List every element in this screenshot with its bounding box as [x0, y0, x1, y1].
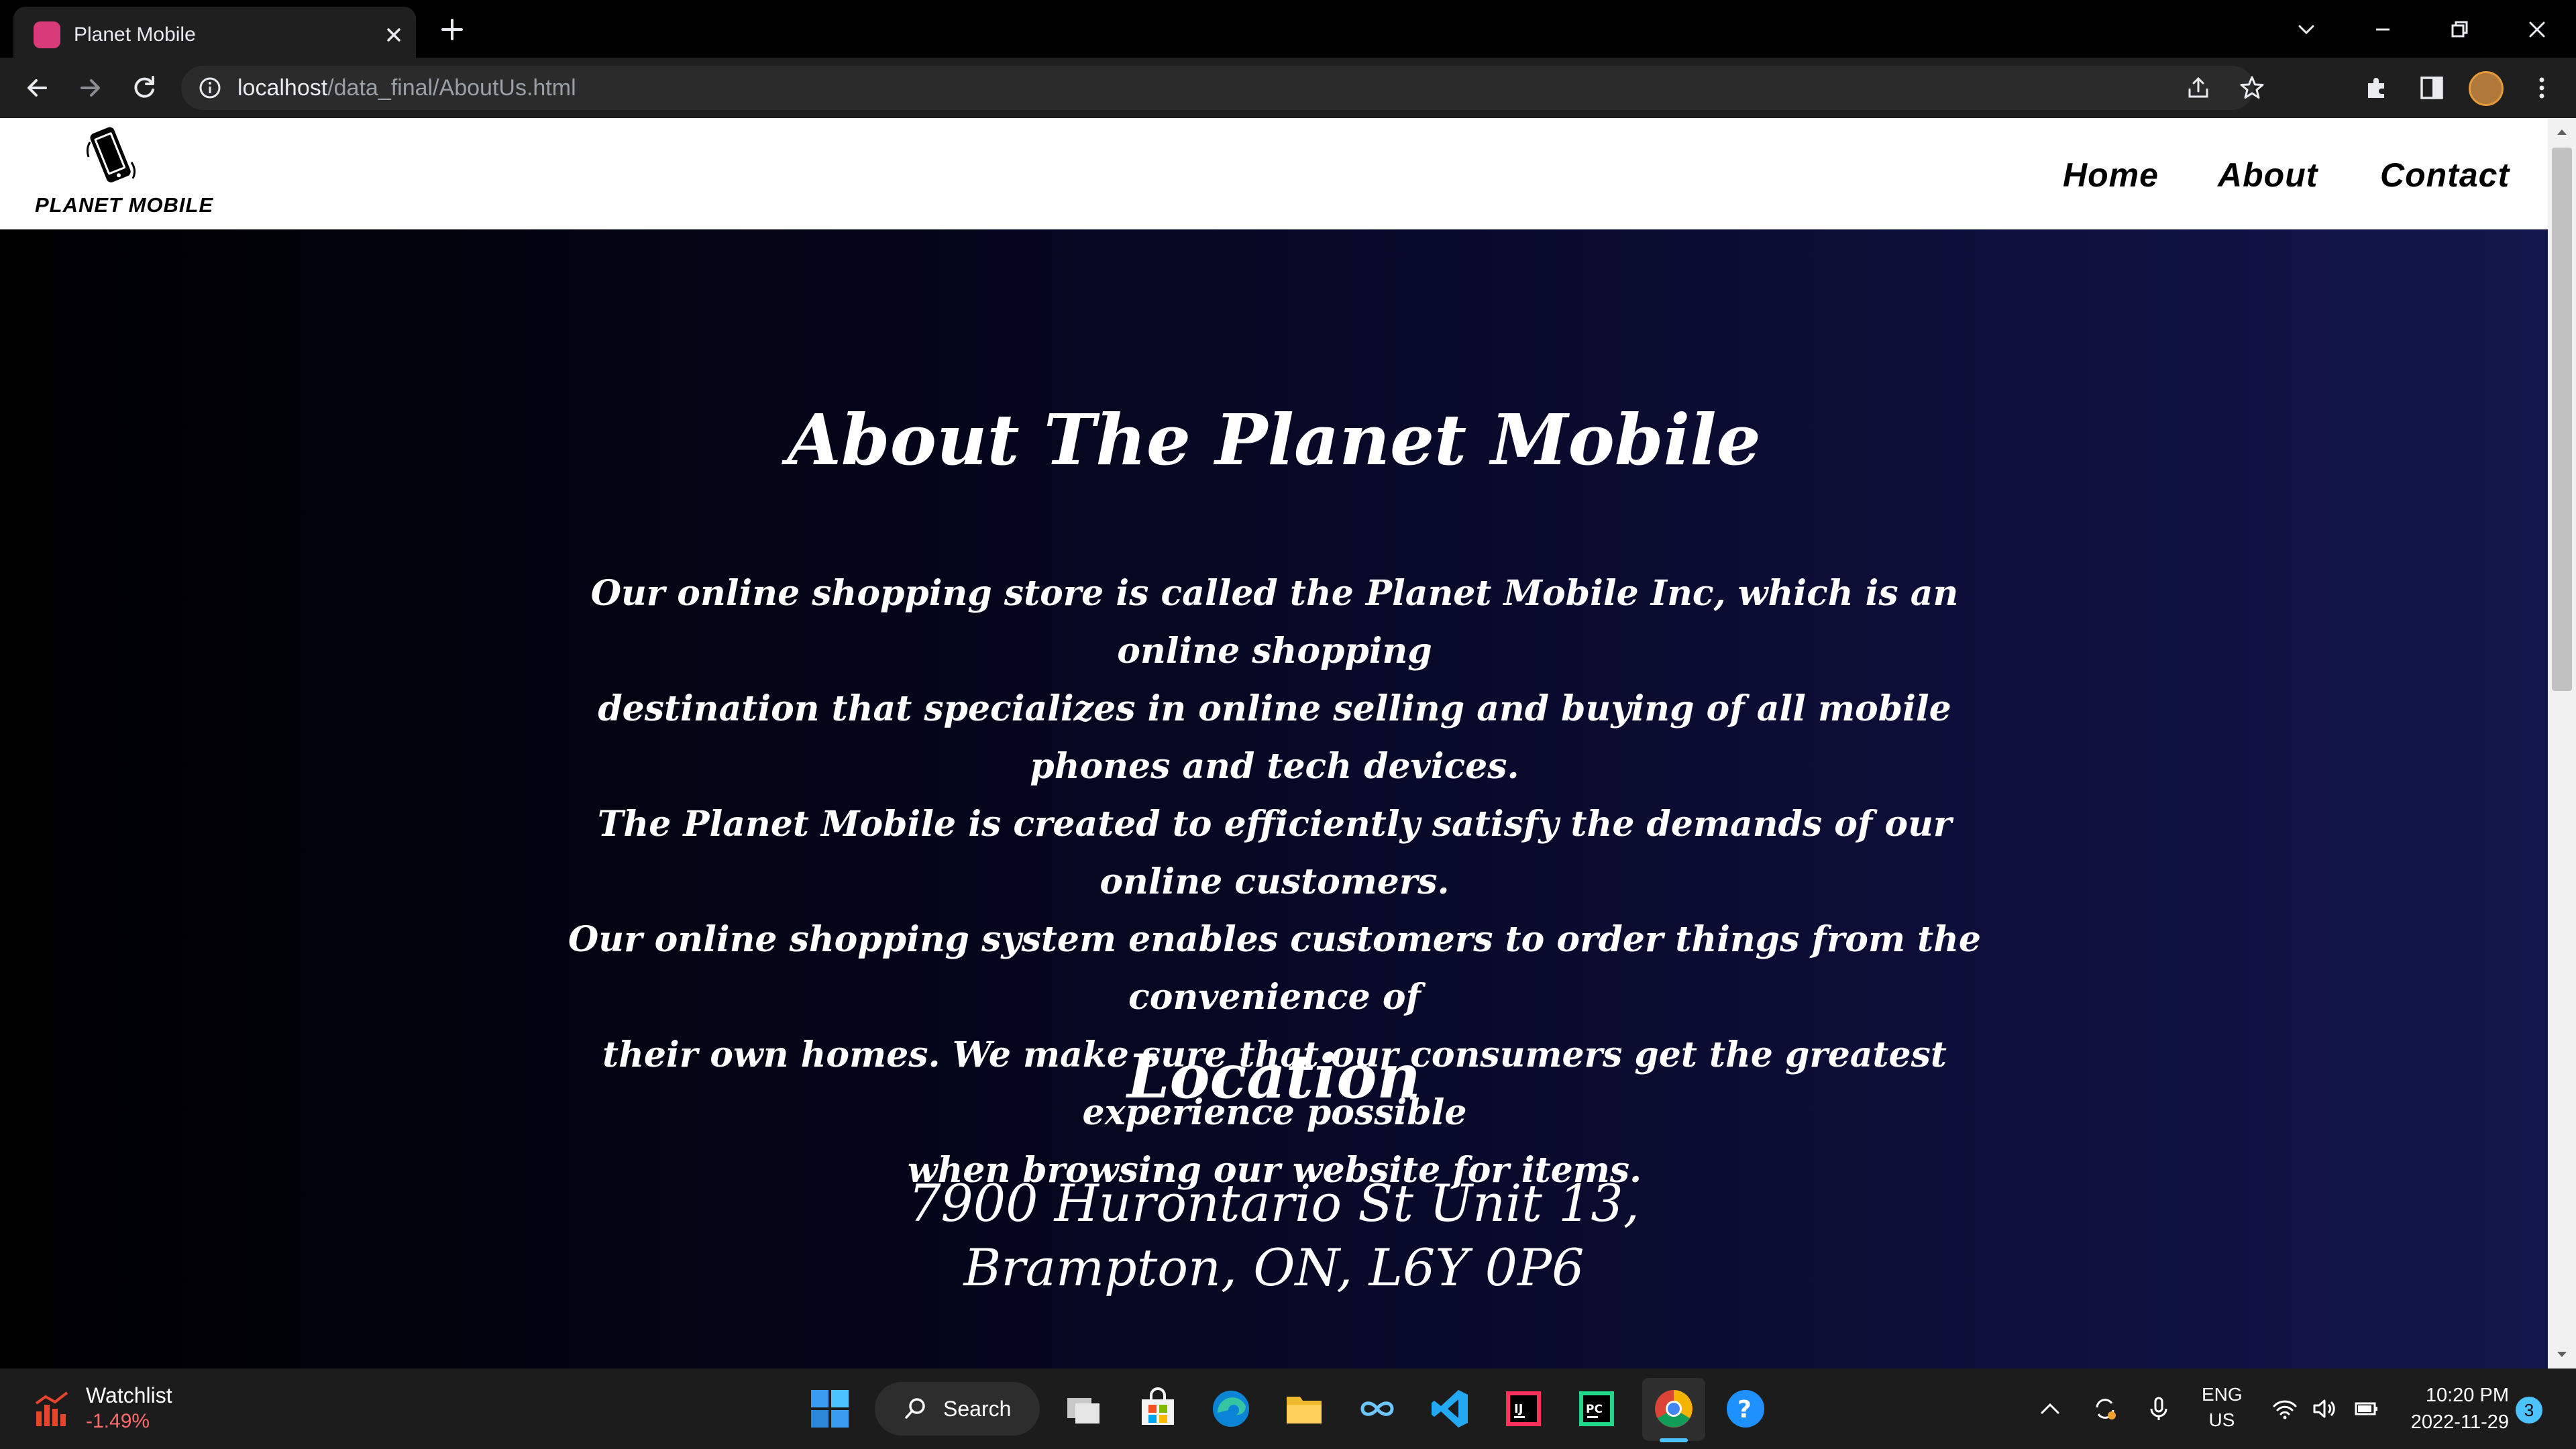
language-indicator[interactable]: ENG US — [2202, 1382, 2243, 1433]
minimize-icon[interactable] — [2363, 9, 2403, 50]
system-clock[interactable]: 10:20 PM 2022-11-29 — [2402, 1382, 2509, 1436]
chrome-icon[interactable] — [1651, 1386, 1697, 1432]
taskbar-search[interactable]: Search — [875, 1382, 1040, 1436]
site-header: PLANET MOBILE Home About Contact — [0, 118, 2548, 229]
address-line-2: Brampton, ON, L6Y 0P6 — [963, 1238, 1585, 1297]
task-view-icon[interactable] — [1061, 1386, 1106, 1432]
windows-start-icon[interactable] — [807, 1386, 853, 1432]
side-panel-icon[interactable] — [2416, 72, 2447, 103]
microphone-icon[interactable] — [2144, 1394, 2174, 1424]
reload-icon[interactable] — [127, 71, 161, 105]
intellij-idea-icon[interactable]: IJ — [1501, 1386, 1546, 1432]
share-icon[interactable] — [2184, 74, 2212, 102]
battery-icon[interactable] — [2352, 1394, 2381, 1424]
restore-icon[interactable] — [2439, 9, 2479, 50]
nav-link-contact[interactable]: Contact — [2380, 156, 2510, 195]
browser-tab[interactable]: Planet Mobile — [13, 7, 416, 58]
windows-taskbar: Watchlist -1.49% Search IJ PC ? ENG US 1… — [0, 1368, 2576, 1449]
region-code: US — [2208, 1409, 2235, 1430]
address-line-1: 7900 Hurontario St Unit 13, — [908, 1173, 1640, 1233]
address-bar[interactable]: localhost/data_final/AboutUs.html — [181, 66, 2264, 110]
extensions-puzzle-icon[interactable] — [2361, 72, 2392, 103]
search-icon — [905, 1398, 925, 1419]
help-question-icon[interactable]: ? — [1723, 1386, 1768, 1432]
active-app-indicator — [1660, 1438, 1688, 1442]
location-title: Location — [1127, 1041, 1421, 1112]
back-arrow-icon[interactable] — [20, 71, 54, 105]
new-tab-icon[interactable] — [436, 13, 468, 46]
tab-title: Planet Mobile — [74, 23, 196, 46]
clock-date: 2022-11-29 — [2410, 1411, 2509, 1433]
browser-tab-strip: Planet Mobile — [0, 0, 2576, 58]
wifi-icon[interactable] — [2270, 1394, 2300, 1424]
about-title: About The Planet Mobile — [787, 398, 1761, 481]
clock-time: 10:20 PM — [2425, 1385, 2509, 1406]
sync-icon[interactable] — [2090, 1394, 2120, 1424]
close-tab-icon[interactable] — [379, 20, 409, 50]
nav-link-home[interactable]: Home — [2063, 156, 2159, 195]
search-label: Search — [943, 1397, 1012, 1421]
url-path: /data_final/AboutUs.html — [327, 75, 576, 101]
scroll-up-arrow-icon[interactable] — [2555, 125, 2569, 140]
about-paragraph-line: Our online shopping store is called the … — [590, 573, 1959, 672]
chevron-up-icon[interactable] — [2035, 1394, 2065, 1424]
nav-link-about[interactable]: About — [2218, 156, 2318, 195]
planet-mobile-favicon — [34, 21, 60, 48]
forward-arrow-icon[interactable] — [74, 71, 107, 105]
profile-avatar[interactable] — [2469, 71, 2504, 106]
scroll-thumb[interactable] — [2552, 148, 2572, 691]
tab-search-chevron-down-icon[interactable] — [2286, 9, 2326, 50]
copilot-infinity-icon[interactable] — [1354, 1386, 1400, 1432]
url-text: localhost/data_final/AboutUs.html — [237, 74, 576, 102]
file-explorer-icon[interactable] — [1281, 1386, 1327, 1432]
logo-text[interactable]: PLANET MOBILE — [35, 193, 213, 217]
widget-value: -1.49% — [86, 1410, 150, 1432]
url-host: localhost — [237, 75, 328, 101]
vscode-icon[interactable] — [1428, 1386, 1473, 1432]
language-code: ENG — [2202, 1384, 2243, 1405]
edge-browser-icon[interactable] — [1208, 1386, 1254, 1432]
about-paragraph-line: Our online shopping system enables custo… — [568, 919, 1982, 1018]
svg-text:PC: PC — [1586, 1403, 1603, 1416]
site-info-icon[interactable] — [197, 75, 223, 101]
web-page: PLANET MOBILE Home About Contact About T… — [0, 118, 2548, 1368]
svg-text:?: ? — [1737, 1396, 1752, 1424]
widget-title[interactable]: Watchlist — [86, 1383, 172, 1408]
stock-chart-icon[interactable] — [32, 1389, 74, 1430]
svg-text:IJ: IJ — [1514, 1402, 1523, 1416]
bookmark-star-icon[interactable] — [2238, 74, 2266, 102]
about-paragraph-line: destination that specializes in online s… — [598, 688, 1951, 787]
volume-icon[interactable] — [2309, 1394, 2339, 1424]
scroll-down-arrow-icon[interactable] — [2555, 1347, 2569, 1362]
notification-badge[interactable]: 3 — [2516, 1397, 2542, 1424]
page-scrollbar[interactable] — [2548, 118, 2576, 1368]
close-window-icon[interactable] — [2517, 9, 2557, 50]
browser-toolbar: localhost/data_final/AboutUs.html — [0, 58, 2576, 118]
more-menu-icon[interactable] — [2526, 72, 2557, 103]
phone-logo-icon[interactable] — [80, 122, 141, 196]
about-paragraph-line: The Planet Mobile is created to efficien… — [597, 804, 1952, 902]
microsoft-store-icon[interactable] — [1135, 1386, 1181, 1432]
pycharm-icon[interactable]: PC — [1574, 1386, 1619, 1432]
